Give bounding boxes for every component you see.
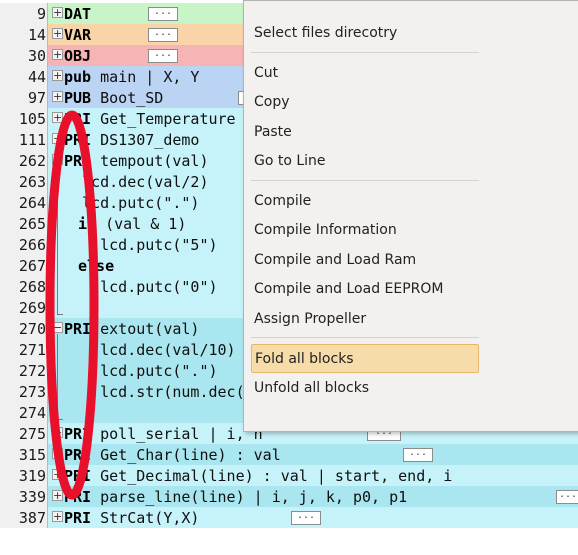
menu-item-compile[interactable]: Compile [251, 187, 479, 216]
menu-item-paste[interactable]: Paste [251, 118, 479, 147]
menu-item-cut[interactable]: Cut [251, 59, 479, 88]
menu-item-unfold-all-blocks[interactable]: Unfold all blocks [251, 374, 479, 403]
menu-item-fold-all-blocks[interactable]: Fold all blocks [251, 344, 479, 373]
menu-item-compile-and-load-ram[interactable]: Compile and Load Ram [251, 246, 479, 275]
menu-separator [251, 337, 479, 338]
menu-item-compile-and-load-eeprom[interactable]: Compile and Load EEPROM [251, 275, 479, 304]
menu-separator [251, 51, 479, 53]
context-menu: Select files direcotry Cut Copy Paste Go to … [243, 0, 578, 432]
menu-item-assign-propeller[interactable]: Assign Propeller [251, 305, 479, 334]
menu-separator [251, 179, 479, 181]
menu-item-select-files-direcotry[interactable]: Select files direcotry [251, 19, 479, 48]
menu-item-copy[interactable]: Copy [251, 88, 479, 117]
menu-item-compile-information[interactable]: Compile Information [251, 216, 479, 245]
menu-item-go-to-line[interactable]: Go to Line [251, 147, 479, 176]
